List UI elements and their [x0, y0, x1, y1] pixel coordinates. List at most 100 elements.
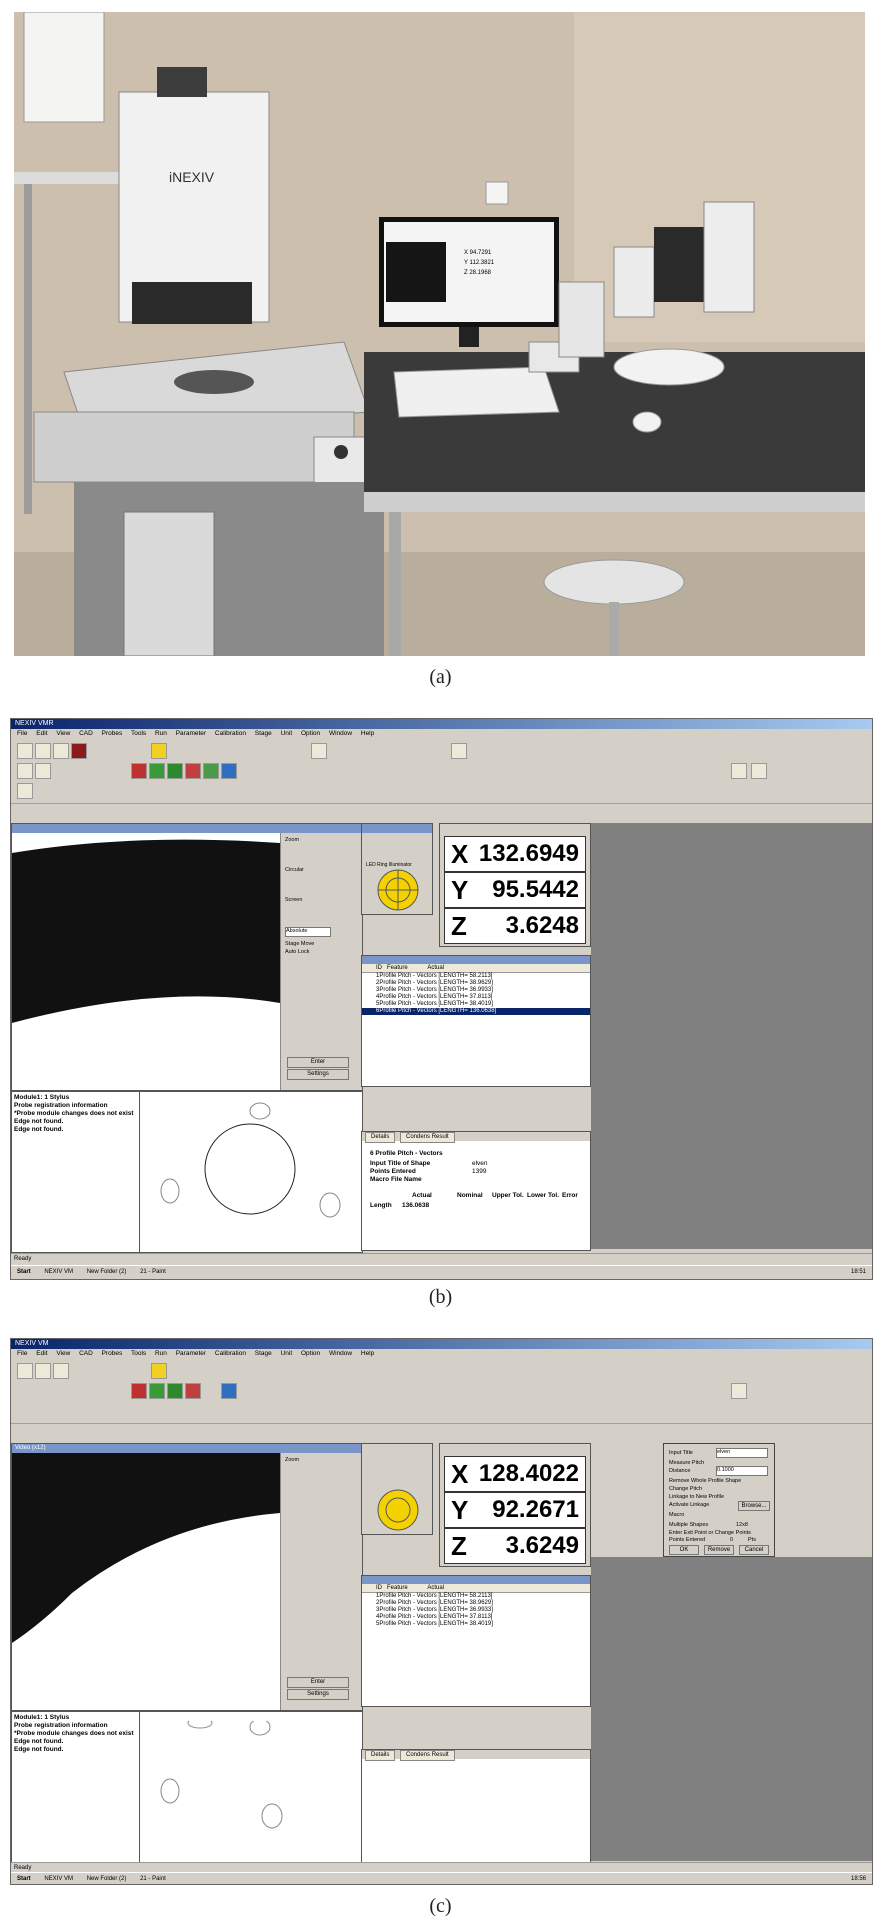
multiple-shapes-checkbox[interactable]: Multiple Shapes	[669, 1522, 708, 1528]
rect-tool-icon[interactable]	[185, 763, 201, 779]
menu-stage[interactable]: Stage	[255, 730, 272, 737]
list-item-selected[interactable]: 6Profile Pitch - Vectors [LENGTH= 136.06…	[362, 1008, 590, 1015]
menu-parameter[interactable]: Parameter	[176, 730, 206, 737]
list-item[interactable]: 5Profile Pitch - Vectors [LENGTH= 38.401…	[362, 1621, 590, 1628]
menu-probes[interactable]: Probes	[102, 730, 123, 737]
feature-list[interactable]: ID Feature Actual 1Profile Pitch - Vecto…	[361, 1575, 591, 1707]
video-window[interactable]: Zoom Circular Screen Absolute Stage Move…	[11, 823, 363, 1091]
tab-details[interactable]: Details	[365, 1750, 396, 1761]
ok-button[interactable]: OK	[669, 1545, 699, 1555]
point-tool-icon[interactable]	[167, 763, 183, 779]
menu-file[interactable]: File	[17, 730, 27, 737]
new-file-icon[interactable]	[17, 1363, 33, 1379]
menu-parameter[interactable]: Parameter	[176, 1350, 206, 1357]
cancel-button[interactable]: Cancel	[739, 1545, 769, 1555]
graphics-window[interactable]	[139, 1091, 363, 1253]
absolute-select[interactable]: Absolute	[285, 927, 331, 937]
menu-run[interactable]: Run	[155, 1350, 167, 1357]
circle-tool-icon[interactable]	[149, 763, 165, 779]
open-folder-icon[interactable]	[35, 1363, 51, 1379]
menu-option[interactable]: Option	[301, 1350, 320, 1357]
menu-calibration[interactable]: Calibration	[215, 1350, 246, 1357]
list-item[interactable]: 5Profile Pitch - Vectors [LENGTH= 38.401…	[362, 1001, 590, 1008]
zoom-in-icon[interactable]	[17, 763, 33, 779]
taskbar-folder[interactable]: New Folder (2)	[81, 1876, 133, 1882]
change-pitch-checkbox[interactable]: Change Pitch	[669, 1486, 702, 1492]
run-icon[interactable]	[71, 743, 87, 759]
xyz-tool-icon[interactable]	[451, 743, 467, 759]
print-icon[interactable]	[731, 1383, 747, 1399]
activate-linkage-checkbox[interactable]: Activate Linkage	[669, 1502, 709, 1508]
new-file-icon[interactable]	[17, 743, 33, 759]
grid-tool-icon[interactable]	[221, 763, 237, 779]
menu-cad[interactable]: CAD	[79, 1350, 93, 1357]
input-title-field[interactable]: elven	[716, 1448, 768, 1458]
list-item[interactable]: 2Profile Pitch - Vectors [LENGTH= 38.962…	[362, 980, 590, 987]
list-item[interactable]: 3Profile Pitch - Vectors [LENGTH= 36.993…	[362, 1607, 590, 1614]
menu-view[interactable]: View	[56, 730, 70, 737]
menu-unit[interactable]: Unit	[281, 1350, 293, 1357]
menu-stage[interactable]: Stage	[255, 1350, 272, 1357]
taskbar-app[interactable]: NEXIV VM	[38, 1876, 79, 1882]
grid-tool-icon[interactable]	[221, 1383, 237, 1399]
menu-edit[interactable]: Edit	[36, 1350, 47, 1357]
12x8-checkbox[interactable]: 12x8	[736, 1522, 748, 1528]
graphics-window[interactable]	[139, 1711, 363, 1863]
menu-option[interactable]: Option	[301, 730, 320, 737]
save-icon[interactable]	[53, 743, 69, 759]
menu-unit[interactable]: Unit	[281, 730, 293, 737]
taskbar-app[interactable]: NEXIV VM	[38, 1269, 79, 1275]
line-tool-icon[interactable]	[131, 1383, 147, 1399]
start-button[interactable]: Start	[11, 1269, 37, 1275]
menu-window[interactable]: Window	[329, 1350, 352, 1357]
measure-tool-icon[interactable]	[311, 743, 327, 759]
menu-edit[interactable]: Edit	[36, 730, 47, 737]
list-item[interactable]: 4Profile Pitch - Vectors [LENGTH= 37.811…	[362, 994, 590, 1001]
menu-file[interactable]: File	[17, 1350, 27, 1357]
menu-run[interactable]: Run	[155, 730, 167, 737]
stage-move-checkbox[interactable]: Stage Move	[285, 941, 314, 947]
line-tool-icon[interactable]	[131, 763, 147, 779]
list-item[interactable]: 3Profile Pitch - Vectors [LENGTH= 36.993…	[362, 987, 590, 994]
taskbar-paint[interactable]: 21 - Paint	[134, 1269, 172, 1275]
menu-view[interactable]: View	[56, 1350, 70, 1357]
menu-window[interactable]: Window	[329, 730, 352, 737]
tab-condens-result[interactable]: Condens Result	[400, 1750, 455, 1761]
rotate-icon[interactable]	[17, 783, 33, 799]
list-item[interactable]: 1Profile Pitch - Vectors [LENGTH= 58.211…	[362, 1593, 590, 1600]
tab-details[interactable]: Details	[365, 1132, 396, 1143]
square-tool-icon[interactable]	[203, 763, 219, 779]
menu-cad[interactable]: CAD	[79, 730, 93, 737]
led-ring-icon[interactable]	[376, 868, 420, 912]
remove-button[interactable]: Remove	[704, 1545, 734, 1555]
led-ring-icon[interactable]	[376, 1488, 420, 1532]
zoom-out-icon[interactable]	[35, 763, 51, 779]
taskbar-paint[interactable]: 21 - Paint	[134, 1876, 172, 1882]
menu-tools[interactable]: Tools	[131, 1350, 146, 1357]
menu-tools[interactable]: Tools	[131, 730, 146, 737]
enter-button[interactable]: Enter	[287, 1677, 349, 1688]
browse-button[interactable]: Browse...	[738, 1501, 770, 1511]
list-item[interactable]: 4Profile Pitch - Vectors [LENGTH= 37.811…	[362, 1614, 590, 1621]
report-icon[interactable]	[751, 763, 767, 779]
remove-whole-checkbox[interactable]: Remove Whole Profile Shape	[669, 1478, 741, 1484]
settings-button[interactable]: Settings	[287, 1069, 349, 1080]
video-window[interactable]: Video (x12) Zoom Enter Settings	[11, 1443, 363, 1711]
rect-tool-icon[interactable]	[185, 1383, 201, 1399]
point-tool-icon[interactable]	[167, 1383, 183, 1399]
menu-calibration[interactable]: Calibration	[215, 730, 246, 737]
circle-tool-icon[interactable]	[149, 1383, 165, 1399]
settings-button[interactable]: Settings	[287, 1689, 349, 1700]
open-folder-icon[interactable]	[35, 743, 51, 759]
start-button[interactable]: Start	[11, 1876, 37, 1882]
list-item[interactable]: 2Profile Pitch - Vectors [LENGTH= 38.962…	[362, 1600, 590, 1607]
taskbar-folder[interactable]: New Folder (2)	[81, 1269, 133, 1275]
distance-field[interactable]: 0.1000	[716, 1466, 768, 1476]
enter-button[interactable]: Enter	[287, 1057, 349, 1068]
star-icon[interactable]	[151, 743, 167, 759]
menu-help[interactable]: Help	[361, 730, 374, 737]
tab-condens-result[interactable]: Condens Result	[400, 1132, 455, 1143]
list-item[interactable]: 1Profile Pitch - Vectors [LENGTH= 58.211…	[362, 973, 590, 980]
feature-list[interactable]: ID Feature Actual 1Profile Pitch - Vecto…	[361, 955, 591, 1087]
print-icon[interactable]	[731, 763, 747, 779]
